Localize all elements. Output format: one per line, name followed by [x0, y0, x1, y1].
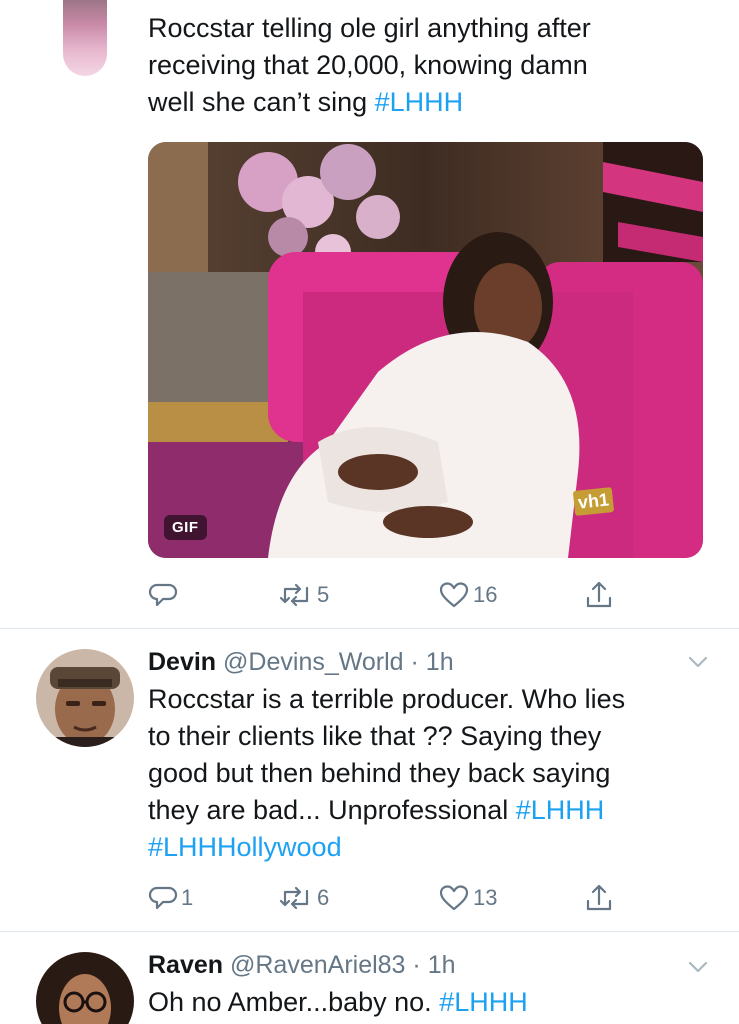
tweet-text-line: Roccstar telling ole girl anything after	[148, 13, 591, 43]
chevron-down-icon[interactable]	[687, 956, 709, 978]
tweet-1-actions: 5 16	[148, 578, 628, 612]
share-icon	[586, 581, 612, 608]
tweet-text-line: receiving that 20,000, knowing damn	[148, 50, 588, 80]
gif-scene	[148, 142, 703, 558]
user-handle[interactable]: @RavenAriel83	[230, 951, 405, 979]
user-handle[interactable]: @Devins_World	[223, 648, 404, 676]
reply-button[interactable]: 1	[148, 881, 193, 915]
avatar-devin[interactable]	[36, 649, 134, 747]
hashtag-link[interactable]: #LHHHollywood	[148, 832, 342, 862]
retweet-icon	[279, 886, 309, 910]
reply-count: 1	[181, 885, 194, 910]
tweet-3[interactable]: Raven @RavenAriel83 · 1h Oh no Amber...b…	[0, 932, 739, 1024]
avatar-image	[36, 952, 134, 1024]
retweet-count: 6	[317, 885, 330, 910]
timestamp: · 1h	[412, 951, 456, 979]
retweet-icon	[279, 583, 309, 607]
hashtag-link[interactable]: #LHHH	[516, 795, 605, 825]
reply-icon	[148, 583, 178, 607]
reply-button[interactable]	[148, 578, 181, 612]
tweet-text-line: good but then behind they back saying	[148, 758, 611, 788]
tweet-2-actions: 1 6 13	[148, 881, 628, 915]
tweet-text-line: Roccstar is a terrible producer. Who lie…	[148, 684, 626, 714]
like-icon	[439, 885, 469, 911]
retweet-button[interactable]: 6	[278, 881, 329, 915]
tweet-2-header: Devin @Devins_World · 1h	[148, 645, 454, 679]
tweet-text-line: Oh no Amber...baby no.	[148, 987, 440, 1017]
tweet-1[interactable]: Roccstar telling ole girl anything after…	[0, 0, 739, 628]
tweet-3-header: Raven @RavenAriel83 · 1h	[148, 948, 456, 982]
reply-icon	[148, 886, 178, 910]
avatar-1[interactable]	[63, 0, 107, 76]
hashtag-link[interactable]: #LHHH	[439, 987, 528, 1017]
retweet-button[interactable]: 5	[278, 578, 329, 612]
like-count: 13	[473, 885, 498, 910]
like-count: 16	[473, 582, 498, 607]
gif-badge: GIF	[164, 515, 207, 540]
tweet-text-line: to their clients like that ?? Saying the…	[148, 721, 602, 751]
like-button[interactable]: 16	[438, 578, 497, 612]
hashtag-link[interactable]: #LHHH	[375, 87, 464, 117]
chevron-down-icon[interactable]	[687, 651, 709, 673]
tweet-2[interactable]: Devin @Devins_World · 1h Roccstar is a t…	[0, 629, 739, 931]
avatar-image	[36, 649, 134, 747]
tweet-2-text: Roccstar is a terrible producer. Who lie…	[148, 681, 708, 866]
like-button[interactable]: 13	[438, 881, 497, 915]
vh1-watermark: vh1	[572, 487, 615, 516]
tweet-text-line: well she can’t sing	[148, 87, 375, 117]
gif-media[interactable]: vh1 GIF	[148, 142, 703, 558]
share-button[interactable]	[584, 578, 614, 612]
like-icon	[439, 582, 469, 608]
timestamp: · 1h	[410, 648, 454, 676]
tweet-3-text: Oh no Amber...baby no. #LHHH	[148, 984, 708, 1021]
share-icon	[586, 884, 612, 911]
tweet-text-line: they are bad... Unprofessional	[148, 795, 516, 825]
display-name[interactable]: Raven	[148, 951, 223, 979]
display-name[interactable]: Devin	[148, 648, 216, 676]
share-button[interactable]	[584, 881, 614, 915]
tweet-1-text: Roccstar telling ole girl anything after…	[148, 10, 708, 121]
avatar-raven[interactable]	[36, 952, 134, 1024]
retweet-count: 5	[317, 582, 330, 607]
